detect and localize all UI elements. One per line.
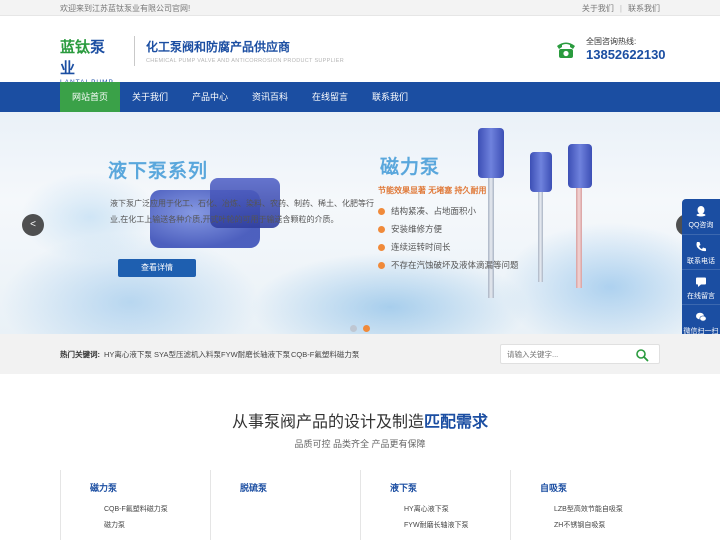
feature-item: 不存在汽蚀破坏及液体滴漏等问题 <box>378 259 519 271</box>
logo-text: 蓝钛泵业 <box>60 36 120 78</box>
section-headline: 从事泵阀产品的设计及制造匹配需求 <box>0 408 720 432</box>
banner-left-title: 液下泵系列 <box>108 161 209 182</box>
product-link[interactable]: HY离心液下泵 <box>404 504 449 514</box>
product-link[interactable]: 磁力泵 <box>104 520 125 530</box>
divider <box>510 470 511 540</box>
top-link-contact[interactable]: 联系我们 <box>628 4 660 13</box>
divider <box>360 470 361 540</box>
nav-contact[interactable]: 联系我们 <box>360 82 420 112</box>
service-label: 在线留言 <box>687 293 715 300</box>
search-box <box>500 344 660 364</box>
divider <box>210 470 211 540</box>
vertical-pump-image <box>568 144 592 188</box>
service-label: QQ咨询 <box>688 222 714 229</box>
vertical-pump-image <box>530 152 552 192</box>
banner-right-title: 磁力泵 <box>380 157 441 178</box>
category-title-desulfurization-pump[interactable]: 脱硫泵 <box>240 481 267 494</box>
qq-consult-button[interactable]: QQ咨询 <box>682 199 720 234</box>
product-link[interactable]: CQB-F氟塑料磁力泵 <box>104 504 168 514</box>
wechat-icon <box>696 312 707 322</box>
keyword-bar: 热门关键词: HY离心液下泵 SYA型压滤机入料泵 FYW耐磨长轴液下泵 CQB… <box>0 334 720 374</box>
nav-message[interactable]: 在线留言 <box>300 82 360 112</box>
headline-text: 从事泵阀产品的设计及制造 <box>231 414 424 431</box>
nav-news[interactable]: 资讯百科 <box>240 82 300 112</box>
hero-banner: 液下泵系列 液下泵广泛应用于化工、石化、冶炼、染料、农药、制药、稀土、化肥等行业… <box>0 112 720 334</box>
search-input[interactable] <box>507 348 627 361</box>
slogan-en: CHEMICAL PUMP VALVE AND ANTICORROSION PR… <box>146 58 345 64</box>
search-icon[interactable] <box>635 348 649 362</box>
category-title-submerged-pump[interactable]: 液下泵 <box>390 481 417 494</box>
hotline-label: 全国咨询热线: <box>586 37 637 46</box>
nav-about[interactable]: 关于我们 <box>120 82 180 112</box>
message-icon <box>696 277 706 287</box>
banner-right-subtitle: 节能效果显著 无堵塞 持久耐用 <box>378 186 487 195</box>
bullet-icon <box>378 226 385 233</box>
feature-text: 不存在汽蚀破坏及液体滴漏等问题 <box>391 260 519 270</box>
product-link[interactable]: LZB型高效节能自吸泵 <box>554 504 623 514</box>
nav-home[interactable]: 网站首页 <box>60 82 120 112</box>
hotline-number[interactable]: 13852622130 <box>586 47 666 62</box>
telephone-icon <box>557 42 575 58</box>
feature-item: 结构紧凑、占地面积小 <box>378 205 476 217</box>
feature-text: 安装维修方便 <box>391 224 443 234</box>
banner-left-description: 液下泵广泛应用于化工、石化、冶炼、染料、农药、制药、稀土、化肥等行业,在化工上输… <box>110 199 374 224</box>
slide-dot-active[interactable] <box>363 325 370 332</box>
slide-dot[interactable] <box>350 325 357 332</box>
keyword-link[interactable]: CQB-F氟塑料磁力泵 <box>291 349 359 360</box>
qq-icon <box>696 206 706 217</box>
category-title-self-priming-pump[interactable]: 自吸泵 <box>540 481 567 494</box>
feature-text: 结构紧凑、占地面积小 <box>391 206 477 216</box>
keyword-link[interactable]: SYA型压滤机入料泵 <box>154 349 221 360</box>
slogan: 化工泵阀和防腐产品供应商 CHEMICAL PUMP VALVE AND ANT… <box>146 38 344 64</box>
vertical-pump-image <box>478 128 504 178</box>
keyword-link[interactable]: FYW耐磨长轴液下泵 <box>221 349 290 360</box>
nav-products[interactable]: 产品中心 <box>180 82 240 112</box>
bullet-icon <box>378 244 385 251</box>
headline-highlight: 匹配需求 <box>424 414 489 431</box>
slide-indicators <box>350 319 376 334</box>
logo-text-green: 蓝钛 <box>60 39 91 56</box>
welcome-text: 欢迎来到江苏蓝钛泵业有限公司官网! <box>60 4 191 13</box>
prev-slide-button[interactable]: < <box>22 214 44 236</box>
feature-item: 安装维修方便 <box>378 223 442 235</box>
bullet-icon <box>378 262 385 269</box>
online-message-button[interactable]: 在线留言 <box>682 269 720 304</box>
slogan-cn: 化工泵阀和防腐产品供应商 <box>146 40 291 54</box>
divider <box>134 36 135 66</box>
keyword-link[interactable]: HY离心液下泵 <box>104 349 152 360</box>
main-nav: 网站首页 关于我们 产品中心 资讯百科 在线留言 联系我们 <box>0 82 720 112</box>
vertical-pump-shaft <box>538 192 543 282</box>
view-details-button[interactable]: 查看详情 <box>118 259 196 277</box>
bullet-icon <box>378 208 385 215</box>
product-link[interactable]: FYW耐磨长轴液下泵 <box>404 520 469 530</box>
top-link-about[interactable]: 关于我们 <box>582 4 614 13</box>
feature-text: 连续运转时间长 <box>391 242 451 252</box>
divider <box>60 470 61 540</box>
feature-item: 连续运转时间长 <box>378 241 451 253</box>
divider: | <box>619 4 622 13</box>
category-title-magnetic-pump[interactable]: 磁力泵 <box>90 481 117 494</box>
vertical-pump-shaft <box>488 178 494 298</box>
product-link[interactable]: ZH不锈钢自吸泵 <box>554 520 605 530</box>
logo[interactable]: 蓝钛泵业 LANTAI PUMP <box>60 36 120 86</box>
top-bar: 欢迎来到江苏蓝钛泵业有限公司官网! 关于我们 | 联系我们 <box>0 0 720 16</box>
phone-contact-button[interactable]: 联系电话 <box>682 234 720 269</box>
phone-icon <box>696 242 706 252</box>
service-label: 联系电话 <box>687 258 715 265</box>
floating-service-bar: QQ咨询 联系电话 在线留言 微信扫一扫 <box>682 199 720 341</box>
top-links: 关于我们 | 联系我们 <box>582 3 660 14</box>
section-subheadline: 品质可控 品类齐全 产品更有保障 <box>294 439 426 449</box>
site-header: 蓝钛泵业 LANTAI PUMP 化工泵阀和防腐产品供应商 CHEMICAL P… <box>0 16 720 86</box>
hot-keywords-label: 热门关键词: <box>60 350 100 359</box>
vertical-pump-shaft <box>576 188 582 288</box>
